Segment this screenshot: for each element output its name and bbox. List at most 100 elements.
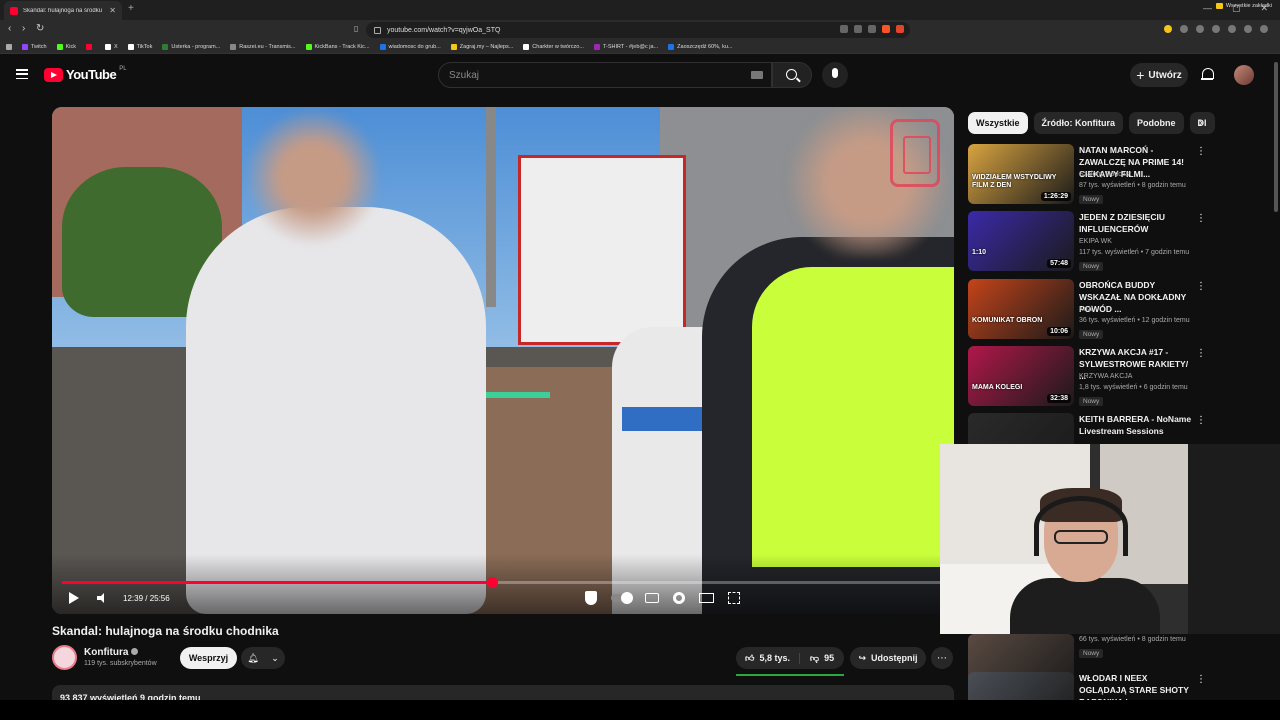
- fullscreen-icon[interactable]: [728, 592, 740, 604]
- kebab-menu-icon[interactable]: ⋮: [1196, 415, 1206, 426]
- share-icon[interactable]: [868, 25, 876, 33]
- youtube-logo[interactable]: YouTube PL: [44, 66, 127, 82]
- filter-chip[interactable]: Źródło: Konfitura: [1033, 112, 1124, 134]
- youtube-header: YouTube PL Szukaj + Utwórz: [0, 55, 1280, 95]
- video-thumbnail[interactable]: KOMUNIKAT OBRON 10:06: [968, 279, 1074, 339]
- search-button[interactable]: [772, 62, 812, 88]
- bookmark-item[interactable]: Zagraj.my – Najleps...: [450, 43, 513, 50]
- filter-chip[interactable]: Podobne: [1129, 112, 1184, 134]
- close-tab-icon[interactable]: ✕: [109, 6, 116, 15]
- menu-icon[interactable]: [1260, 25, 1268, 33]
- play-icon[interactable]: [69, 592, 79, 604]
- dislike-button[interactable]: 👎︎ 95: [800, 653, 844, 664]
- subscription-bell-button[interactable]: 🔔︎ ⌄: [241, 647, 285, 669]
- video-thumbnail[interactable]: MAMA KOLEGI 32:38: [968, 346, 1074, 406]
- forward-icon[interactable]: ›: [22, 23, 25, 34]
- reload-icon[interactable]: ↻: [36, 23, 44, 34]
- bookmark-item[interactable]: Usterka - program...: [162, 43, 220, 50]
- apps-grid-icon[interactable]: [6, 43, 12, 50]
- notifications-bell-icon[interactable]: [1201, 68, 1214, 81]
- bookmark-icon[interactable]: ▯: [354, 24, 358, 33]
- bookmark-item[interactable]: [85, 43, 95, 50]
- extension-icon[interactable]: [1164, 25, 1172, 33]
- recommendation-channel[interactable]: Szalony Podcast: [1079, 171, 1131, 178]
- like-dislike-group: 👍︎ 5,8 tys. 👎︎ 95: [736, 647, 844, 669]
- browser-tab-active[interactable]: Skandal: hulajnoga na środku ch ✕: [4, 1, 122, 20]
- kebab-menu-icon[interactable]: ⋮: [1196, 674, 1206, 685]
- extensions-puzzle-icon[interactable]: [1212, 25, 1220, 33]
- brave-rewards-icon[interactable]: [896, 25, 904, 33]
- progress-bar[interactable]: [62, 577, 944, 588]
- recommendation-item[interactable]: 1:10 57:48 JEDEN Z DZIESIĘCIU INFLUENCERÓW…: [968, 211, 1206, 275]
- autoplay-toggle[interactable]: [611, 592, 633, 604]
- site-info-icon[interactable]: [374, 26, 381, 34]
- minimize-icon[interactable]: —: [1203, 3, 1212, 14]
- channel-name-row[interactable]: Konfitura: [84, 647, 139, 658]
- kebab-menu-icon[interactable]: ⋮: [1196, 281, 1206, 292]
- video-thumbnail[interactable]: WIDZIAŁEM WSTYDLIWY FILM Z DEN 1:26:29: [968, 144, 1074, 204]
- kebab-menu-icon[interactable]: ⋮: [1196, 213, 1206, 224]
- filter-chip[interactable]: Wszystkie: [968, 112, 1028, 134]
- recommendation-item[interactable]: WIDZIAŁEM WSTYDLIWY FILM Z DEN 1:26:29 NAT…: [968, 144, 1206, 208]
- create-button[interactable]: + Utwórz: [1130, 63, 1188, 87]
- hamburger-menu-icon[interactable]: [16, 69, 28, 79]
- recommendation-channel[interactable]: KRZYWA AKCJA: [1079, 373, 1132, 380]
- recommendation-item[interactable]: KOMUNIKAT OBRON 10:06 OBROŃCA BUDDY WSKAZA…: [968, 279, 1206, 343]
- bookmark-favicon-icon: [593, 43, 600, 50]
- kebab-menu-icon[interactable]: ⋮: [1196, 348, 1206, 359]
- bookmark-item[interactable]: X: [104, 43, 118, 50]
- extension-icon[interactable]: [1180, 25, 1188, 33]
- back-icon[interactable]: ‹: [8, 23, 11, 34]
- user-avatar[interactable]: [1234, 65, 1254, 85]
- extension-icon[interactable]: [1196, 25, 1204, 33]
- zoom-icon[interactable]: [854, 25, 862, 33]
- bookmark-item[interactable]: Raszei.eu - Transmis...: [230, 43, 296, 50]
- new-badge: Nowy: [1079, 262, 1104, 271]
- recommendation-title[interactable]: JEDEN Z DZIESIĘCIU INFLUENCERÓW: [1079, 211, 1197, 235]
- kebab-menu-icon[interactable]: ⋮: [1196, 146, 1206, 157]
- wallet-icon[interactable]: [1244, 25, 1252, 33]
- bookmark-item[interactable]: Charkter w twórczo...: [523, 43, 584, 50]
- bookmark-item[interactable]: Zaoszczędź 60%, ku...: [668, 43, 733, 50]
- bookmark-item[interactable]: wiadomosc do grub...: [379, 43, 441, 50]
- page-scrollbar[interactable]: [1274, 62, 1278, 212]
- settings-gear-icon[interactable]: [673, 592, 685, 604]
- channel-watermark-icon[interactable]: [890, 119, 940, 187]
- bookmark-item[interactable]: Kick: [56, 43, 76, 50]
- channel-name[interactable]: Konfitura: [84, 647, 128, 658]
- recommendation-channel[interactable]: Kozi: [1079, 306, 1093, 313]
- recommendation-title[interactable]: OBROŃCA BUDDY WSKAZAŁ NA DOKŁADNY POWÓD …: [1079, 279, 1197, 315]
- bookmark-label: Kick: [65, 43, 76, 50]
- bookmark-item[interactable]: Twitch: [22, 43, 47, 50]
- bookmark-item[interactable]: T-SHIRT - #jeb@c ja...: [593, 43, 658, 50]
- channel-avatar[interactable]: [52, 645, 77, 670]
- new-tab-button[interactable]: +: [128, 3, 134, 14]
- recommendation-title[interactable]: KEITH BARRERA - NoName Livestream Sessio…: [1079, 413, 1197, 437]
- recommendation-channel[interactable]: EKIPA WK: [1079, 238, 1112, 245]
- support-button[interactable]: Wesprzyj: [180, 647, 237, 669]
- video-player[interactable]: 12:39 / 25:56: [52, 107, 954, 614]
- bookmark-item[interactable]: KickBans - Track Kic...: [305, 43, 370, 50]
- keyboard-icon[interactable]: [751, 71, 763, 79]
- chevron-right-icon[interactable]: ›: [1199, 117, 1203, 129]
- more-actions-icon[interactable]: ⋯: [931, 647, 953, 669]
- voice-search-mic-icon[interactable]: [822, 62, 848, 88]
- webcam-headset: [1034, 496, 1128, 556]
- sidebar-icon[interactable]: [1228, 25, 1236, 33]
- bookmark-label: TikTok: [136, 43, 153, 50]
- install-app-icon[interactable]: [840, 25, 848, 33]
- subtitles-icon[interactable]: [645, 593, 659, 603]
- volume-icon[interactable]: [97, 593, 107, 603]
- sponsorblock-shield-icon[interactable]: [585, 591, 597, 605]
- address-bar[interactable]: youtube.com/watch?v=qyjwOa_STQ: [366, 22, 910, 38]
- share-button[interactable]: ↪ Udostępnij: [850, 647, 926, 669]
- recommendation-item[interactable]: MAMA KOLEGI 32:38 KRZYWA AKCJA #17 - SYLWE…: [968, 346, 1206, 410]
- like-button[interactable]: 👍︎ 5,8 tys.: [736, 652, 800, 664]
- all-bookmarks-folder[interactable]: Wszystkie zakładki: [1215, 3, 1272, 9]
- brave-shields-icon[interactable]: [882, 25, 890, 33]
- search-input[interactable]: Szukaj: [438, 62, 772, 88]
- video-thumbnail[interactable]: 1:10 57:48: [968, 211, 1074, 271]
- bookmark-item[interactable]: TikTok: [127, 43, 153, 50]
- time-display: 12:39 / 25:56: [123, 593, 170, 603]
- theater-mode-icon[interactable]: [699, 593, 714, 603]
